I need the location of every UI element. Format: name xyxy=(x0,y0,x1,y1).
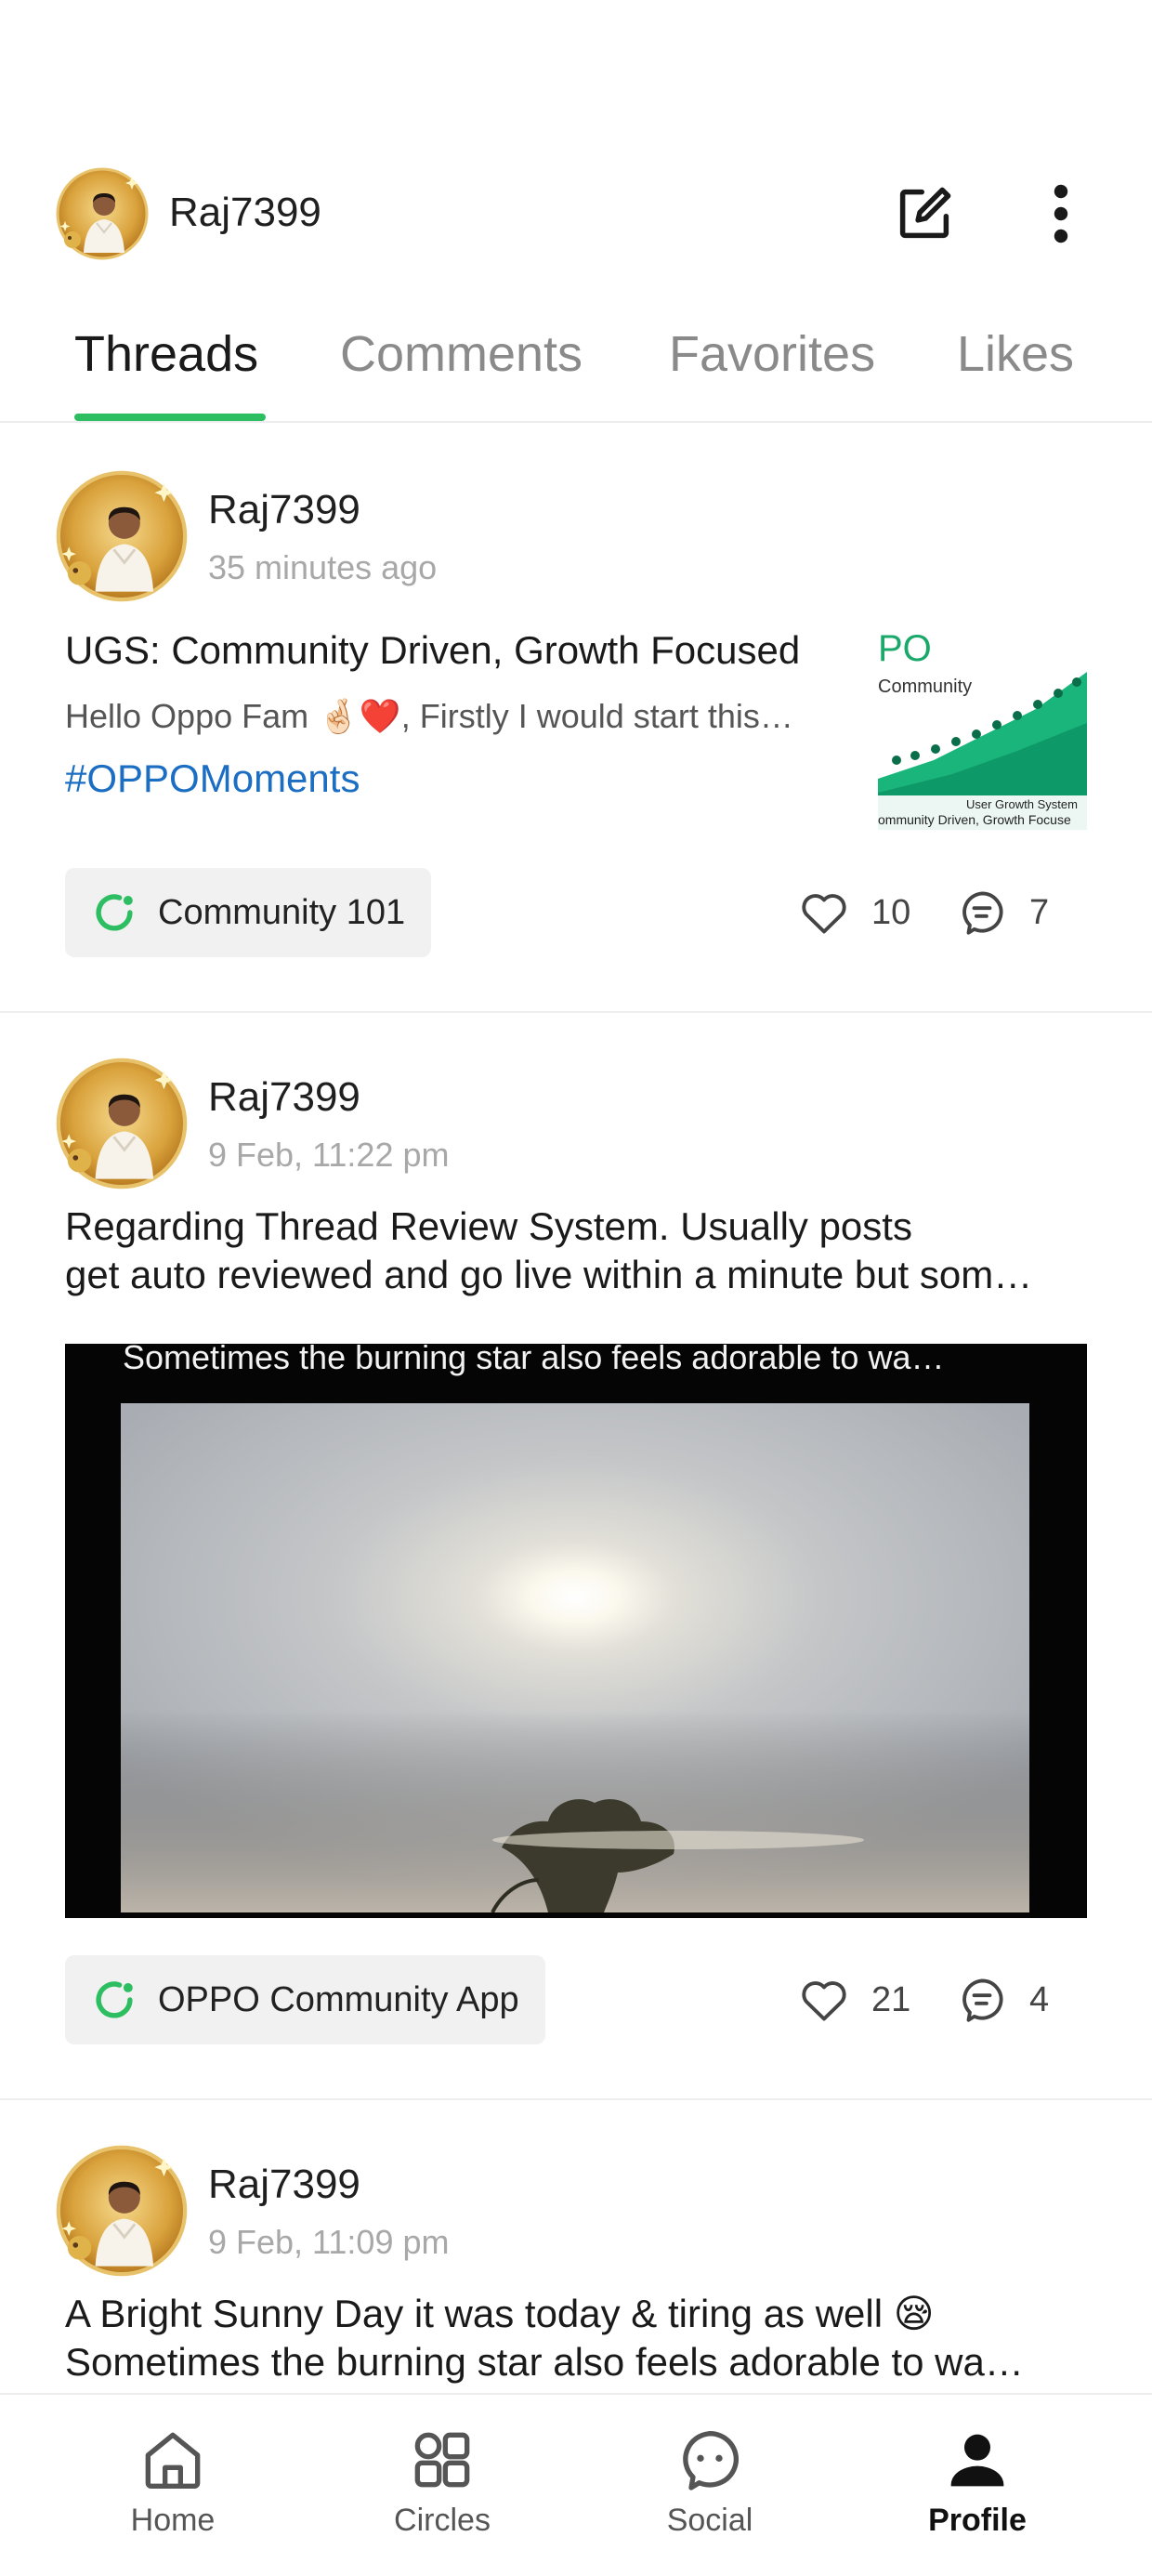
author-name[interactable]: Raj7399 xyxy=(208,2162,360,2208)
profile-tabs: Threads Comments Favorites Likes xyxy=(0,307,1152,423)
post-time: 9 Feb, 11:22 pm xyxy=(208,1136,450,1174)
like-count: 10 xyxy=(871,892,911,932)
author-name[interactable]: Raj7399 xyxy=(208,487,360,533)
chat-bubble-icon xyxy=(683,2430,740,2491)
heart-icon xyxy=(797,1973,851,2027)
like-button[interactable]: 21 xyxy=(797,1973,910,2027)
post-thumbnail[interactable]: PO Community User Growth System ommunity… xyxy=(878,621,1087,830)
post-hashtag[interactable]: #OPPOMoments xyxy=(65,756,360,801)
nav-circles[interactable]: Circles xyxy=(349,2423,535,2539)
profile-header: Raj7399 xyxy=(0,149,1152,269)
bottom-navigation: Home Circles Social Profile xyxy=(0,2393,1152,2576)
edit-button[interactable] xyxy=(887,177,962,251)
comment-button[interactable]: 4 xyxy=(955,1973,1049,2027)
nav-home-label: Home xyxy=(130,2503,216,2538)
comment-icon xyxy=(955,886,1009,940)
nav-home[interactable]: Home xyxy=(80,2423,266,2539)
video-caption: Sometimes the burning star also feels ad… xyxy=(123,1344,945,1376)
nav-social[interactable]: Social xyxy=(617,2423,803,2539)
tab-likes[interactable]: Likes xyxy=(957,325,1074,383)
like-button[interactable]: 10 xyxy=(797,886,910,940)
thread-post[interactable]: Raj7399 35 minutes ago UGS: Community Dr… xyxy=(0,426,1152,1013)
post-time: 35 minutes ago xyxy=(208,548,438,586)
author-avatar[interactable] xyxy=(56,470,188,602)
nav-profile-label: Profile xyxy=(928,2503,1027,2538)
post-title-line-2[interactable]: Sometimes the burning star also feels ad… xyxy=(65,2338,1087,2386)
avatar[interactable] xyxy=(56,167,149,260)
author-name[interactable]: Raj7399 xyxy=(208,1074,360,1121)
thread-post[interactable]: Raj7399 9 Feb, 11:09 pm A Bright Sunny D… xyxy=(0,2100,1152,2391)
thumbnail-caption-1: User Growth System xyxy=(966,797,1078,811)
nav-circles-label: Circles xyxy=(394,2503,491,2538)
thumbnail-brand-sub: Community xyxy=(878,677,973,697)
post-title-line-2[interactable]: get auto reviewed and go live within a m… xyxy=(65,1251,1087,1299)
post-video[interactable]: Sometimes the burning star also feels ad… xyxy=(65,1344,1087,1918)
heart-icon xyxy=(797,886,851,940)
edit-square-icon xyxy=(899,187,951,239)
nav-profile[interactable]: Profile xyxy=(884,2423,1070,2539)
profile-username: Raj7399 xyxy=(169,190,321,235)
home-icon xyxy=(145,2432,201,2489)
threads-feed[interactable]: Raj7399 35 minutes ago UGS: Community Dr… xyxy=(0,426,1152,2391)
comment-icon xyxy=(955,1973,1009,2027)
comment-button[interactable]: 7 xyxy=(955,886,1049,940)
thread-post[interactable]: Raj7399 9 Feb, 11:22 pm Regarding Thread… xyxy=(0,1013,1152,2100)
tab-threads[interactable]: Threads xyxy=(74,325,258,383)
post-title-line-1[interactable]: Regarding Thread Review System. Usually … xyxy=(65,1203,1087,1251)
circle-chip-label: Community 101 xyxy=(158,892,406,932)
more-options-button[interactable] xyxy=(1024,177,1098,251)
circle-chip-label: OPPO Community App xyxy=(158,1979,519,2019)
tab-comments[interactable]: Comments xyxy=(340,325,583,383)
post-time: 9 Feb, 11:09 pm xyxy=(208,2223,450,2261)
nav-social-label: Social xyxy=(666,2503,753,2538)
circle-chip[interactable]: Community 101 xyxy=(65,868,432,957)
author-avatar[interactable] xyxy=(56,1058,188,1189)
tab-favorites[interactable]: Favorites xyxy=(669,325,875,383)
person-icon xyxy=(950,2434,1004,2487)
more-vertical-icon xyxy=(1054,184,1068,243)
circle-icon xyxy=(89,1975,139,2025)
circles-grid-icon xyxy=(414,2432,470,2488)
thumbnail-caption-2: ommunity Driven, Growth Focuse xyxy=(878,812,1071,827)
circle-chip[interactable]: OPPO Community App xyxy=(65,1955,545,2044)
comment-count: 7 xyxy=(1029,892,1050,932)
active-tab-indicator xyxy=(74,414,266,421)
video-frame xyxy=(121,1403,1029,1912)
post-excerpt[interactable]: Hello Oppo Fam 🤞🏻❤️, Firstly I would sta… xyxy=(65,697,827,736)
circle-icon xyxy=(89,887,139,938)
like-count: 21 xyxy=(871,1979,911,2019)
post-title-line-1[interactable]: A Bright Sunny Day it was today & tiring… xyxy=(65,2290,1087,2338)
author-avatar[interactable] xyxy=(56,2145,188,2277)
post-title[interactable]: UGS: Community Driven, Growth Focused xyxy=(65,628,800,673)
comment-count: 4 xyxy=(1029,1979,1050,2019)
thumbnail-brand: PO xyxy=(878,628,932,669)
